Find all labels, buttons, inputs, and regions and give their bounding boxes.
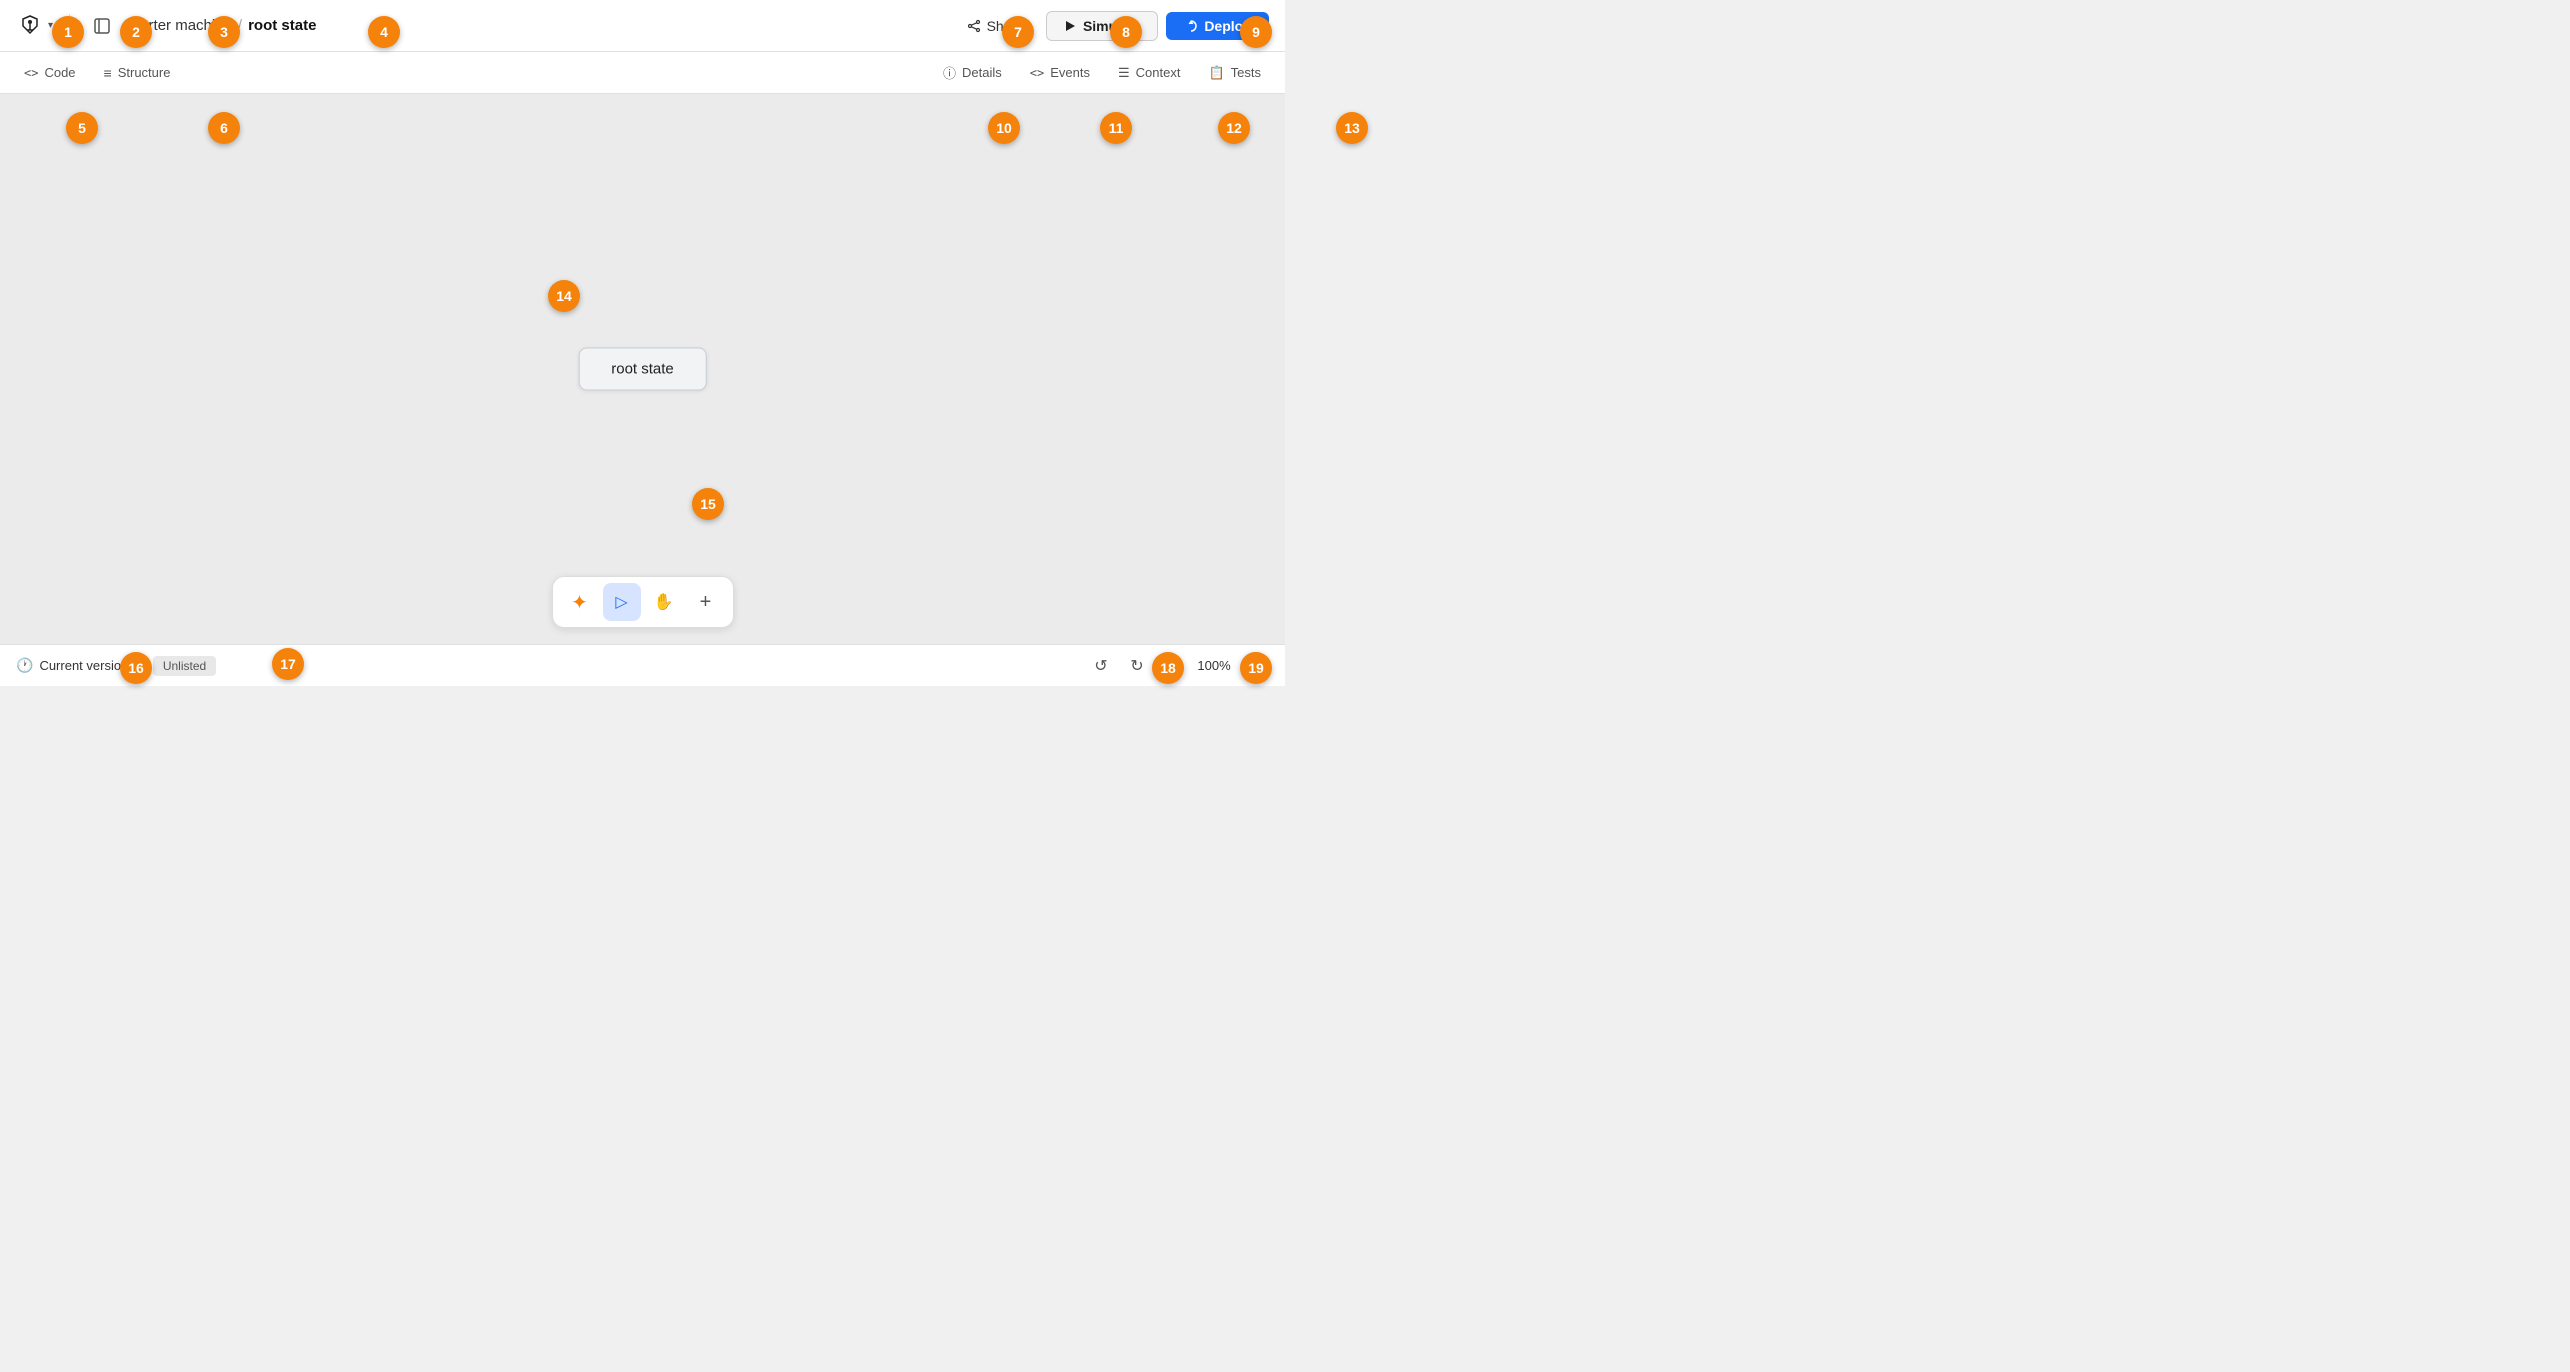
deploy-label: Deploy [1204,18,1251,34]
version-label: Current version [39,658,128,673]
logo-area[interactable]: ▾ [16,12,53,40]
tab-details[interactable]: ⓘ Details [931,57,1014,88]
breadcrumb-separator: / [238,17,242,34]
ai-icon: ✦ [571,590,588,615]
select-tool-button[interactable]: ▷ [603,583,641,621]
redo-button[interactable]: ↻ [1123,652,1151,680]
simulate-icon [1063,19,1077,33]
fullscreen-icon: ⛶ [1167,657,1178,675]
version-clock-icon: 🕐 [16,657,33,674]
undo-icon: ↺ [1094,656,1107,676]
context-label: Context [1136,65,1181,80]
state-node-label: root state [611,361,674,378]
add-icon: + [700,591,712,614]
code-label: Code [44,65,75,80]
pan-tool-button[interactable]: ✋ [645,583,683,621]
sidebar-icon [93,17,111,35]
logo-chevron: ▾ [48,20,53,31]
top-nav: ▾ Starter machine / root state Share Sim… [0,0,1285,52]
select-icon: ▷ [615,592,627,612]
help-icon: ? [1251,658,1259,674]
nav-divider-1 [69,14,70,38]
tab-context[interactable]: ☰ Context [1106,59,1192,87]
unlisted-badge: Unlisted [153,656,216,676]
tab-tests[interactable]: 📋 Tests [1196,59,1273,87]
root-state-node[interactable]: root state [578,348,707,391]
bottom-bar: 🕐 Current version ▾ Unlisted ↺ ↻ ⛶ 100% … [0,644,1285,686]
zoom-level: 100% [1195,658,1233,673]
structure-label: Structure [118,65,171,80]
redo-icon: ↻ [1130,656,1143,676]
fullscreen-button[interactable]: ⛶ [1159,652,1187,680]
sidebar-toggle-button[interactable] [86,10,118,42]
canvas-area[interactable]: root state ✦ ▷ ✋ + [0,94,1285,644]
tests-icon: 📋 [1208,65,1224,81]
breadcrumb-current: root state [248,17,316,34]
tab-events[interactable]: <> Events [1018,59,1102,86]
breadcrumb-parent[interactable]: Starter machine [126,17,232,34]
simulate-button[interactable]: Simulate [1046,11,1158,41]
deploy-button[interactable]: Deploy [1166,12,1269,40]
tab-structure[interactable]: ≡ Structure [92,59,183,87]
ai-tool-button[interactable]: ✦ [561,583,599,621]
deploy-icon [1184,19,1198,33]
right-tabs: ⓘ Details <> Events ☰ Context 📋 Tests [931,57,1273,88]
context-icon: ☰ [1118,65,1130,81]
add-tool-button[interactable]: + [687,583,725,621]
simulate-label: Simulate [1083,18,1141,34]
zoom-controls: ↺ ↻ ⛶ 100% ? [1087,652,1269,680]
events-icon: <> [1030,66,1044,80]
events-label: Events [1050,65,1090,80]
details-label: Details [962,65,1002,80]
structure-icon: ≡ [104,65,112,81]
breadcrumb: Starter machine / root state [126,17,316,34]
tests-label: Tests [1231,65,1261,80]
undo-button[interactable]: ↺ [1087,652,1115,680]
share-label: Share [987,18,1024,34]
logo-icon [16,12,44,40]
tab-code[interactable]: <> Code [12,59,88,86]
pan-icon: ✋ [654,592,674,612]
code-icon: <> [24,66,38,80]
details-icon: ⓘ [943,63,956,82]
canvas-toolbar: ✦ ▷ ✋ + [552,576,734,628]
version-chevron: ▾ [134,658,141,674]
share-button[interactable]: Share [953,12,1038,40]
secondary-nav: <> Code ≡ Structure ⓘ Details <> Events … [0,52,1285,94]
share-icon [967,19,981,33]
version-button[interactable]: 🕐 Current version ▾ [16,657,141,674]
annotation-13: 13 [1336,112,1368,144]
help-button[interactable]: ? [1241,652,1269,680]
